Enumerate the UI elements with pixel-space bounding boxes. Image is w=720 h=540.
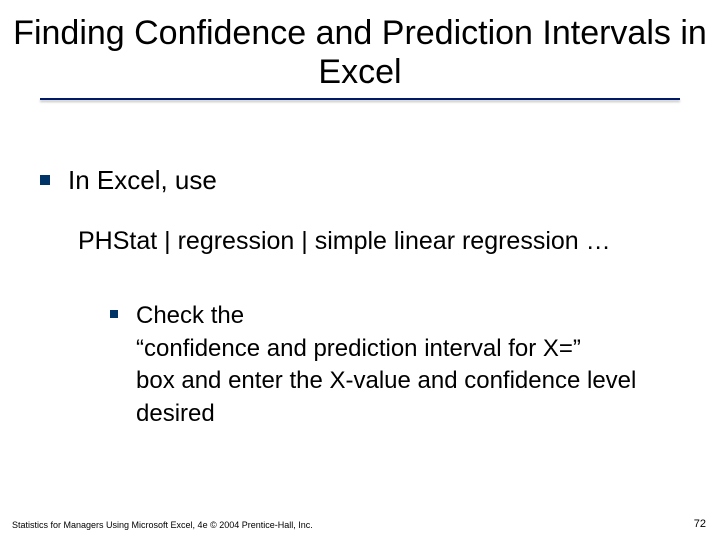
square-bullet-icon — [110, 310, 118, 318]
slide-title: Finding Confidence and Prediction Interv… — [0, 0, 720, 98]
bullet-level2-text: PHStat | regression | simple linear regr… — [78, 225, 680, 259]
bullet-level3-text: Check the“confidence and prediction inte… — [136, 300, 670, 430]
bullet-level1-text: In Excel, use — [68, 164, 217, 197]
bullet-level3: Check the“confidence and prediction inte… — [110, 300, 680, 430]
square-bullet-icon — [40, 175, 50, 185]
footer-copyright: Statistics for Managers Using Microsoft … — [12, 520, 313, 530]
slide: Finding Confidence and Prediction Interv… — [0, 0, 720, 540]
slide-body: In Excel, use PHStat | regression | simp… — [0, 100, 720, 430]
bullet-level1: In Excel, use — [40, 164, 680, 197]
page-number: 72 — [694, 518, 706, 530]
